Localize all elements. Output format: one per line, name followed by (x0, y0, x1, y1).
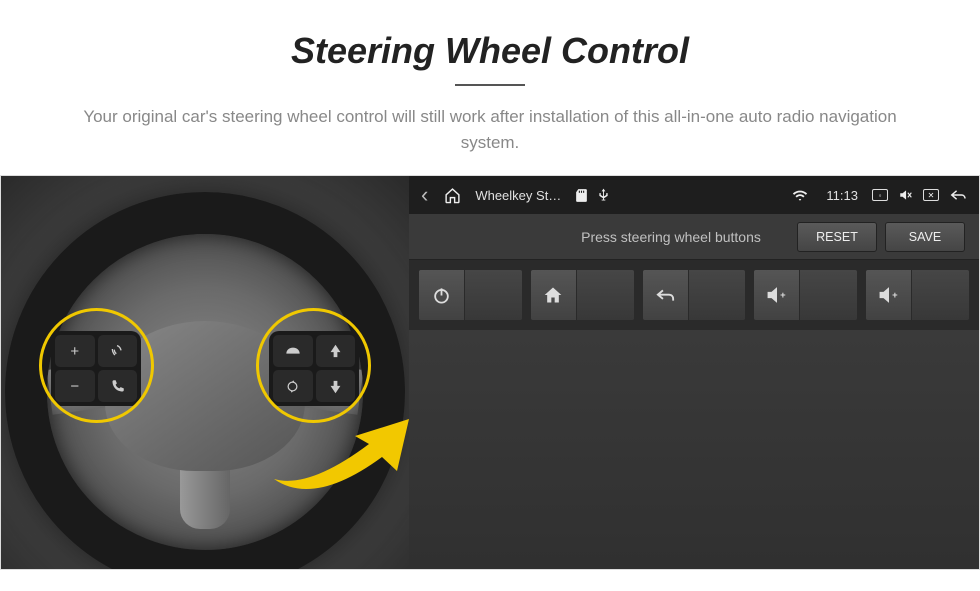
map-slot-home[interactable] (531, 270, 634, 320)
page-title: Steering Wheel Control (40, 30, 940, 72)
mute-icon[interactable] (898, 188, 913, 202)
highlight-circle-left (39, 308, 154, 423)
home-large-icon (531, 270, 577, 320)
volume-up-icon: + (866, 270, 912, 320)
map-slot-empty (689, 270, 746, 320)
back-arrow-icon[interactable]: ‹ (421, 182, 428, 208)
power-icon (419, 270, 465, 320)
map-slot-empty (465, 270, 522, 320)
button-mapping-grid: + + (409, 260, 979, 330)
steering-wheel-illustration: + − (1, 176, 409, 569)
page-subtitle: Your original car's steering wheel contr… (65, 104, 915, 155)
status-app-title: Wheelkey St… (475, 188, 561, 203)
map-slot-empty (800, 270, 857, 320)
svg-text:+: + (780, 289, 786, 300)
header-section: Steering Wheel Control Your original car… (0, 0, 980, 175)
map-slot-volup-2[interactable]: + (866, 270, 969, 320)
return-icon (643, 270, 689, 320)
reset-button[interactable]: RESET (797, 222, 877, 252)
cast-icon[interactable]: ◦ (872, 189, 888, 201)
home-icon[interactable] (444, 187, 461, 204)
device-screen: ‹ Wheelkey St… 11:13 ◦ ✕ (409, 176, 979, 569)
volume-up-icon: + (754, 270, 800, 320)
map-slot-empty (912, 270, 969, 320)
device-body-empty (409, 330, 979, 569)
map-slot-empty (577, 270, 634, 320)
status-bar: ‹ Wheelkey St… 11:13 ◦ ✕ (409, 176, 979, 214)
memory-card-icon (575, 188, 588, 203)
instruction-bar: Press steering wheel buttons RESET SAVE (409, 214, 979, 260)
save-button[interactable]: SAVE (885, 222, 965, 252)
map-slot-back[interactable] (643, 270, 746, 320)
close-app-icon[interactable]: ✕ (923, 189, 939, 201)
status-time: 11:13 (826, 188, 858, 203)
instruction-text: Press steering wheel buttons (423, 229, 789, 245)
map-slot-volup-1[interactable]: + (754, 270, 857, 320)
main-content: + − (0, 175, 980, 570)
nav-back-icon[interactable] (949, 188, 967, 202)
svg-text:+: + (892, 289, 898, 300)
wifi-icon (792, 189, 808, 202)
title-divider (455, 84, 525, 86)
usb-icon (598, 187, 609, 203)
map-slot-power[interactable] (419, 270, 522, 320)
pointer-arrow-icon (259, 389, 409, 509)
